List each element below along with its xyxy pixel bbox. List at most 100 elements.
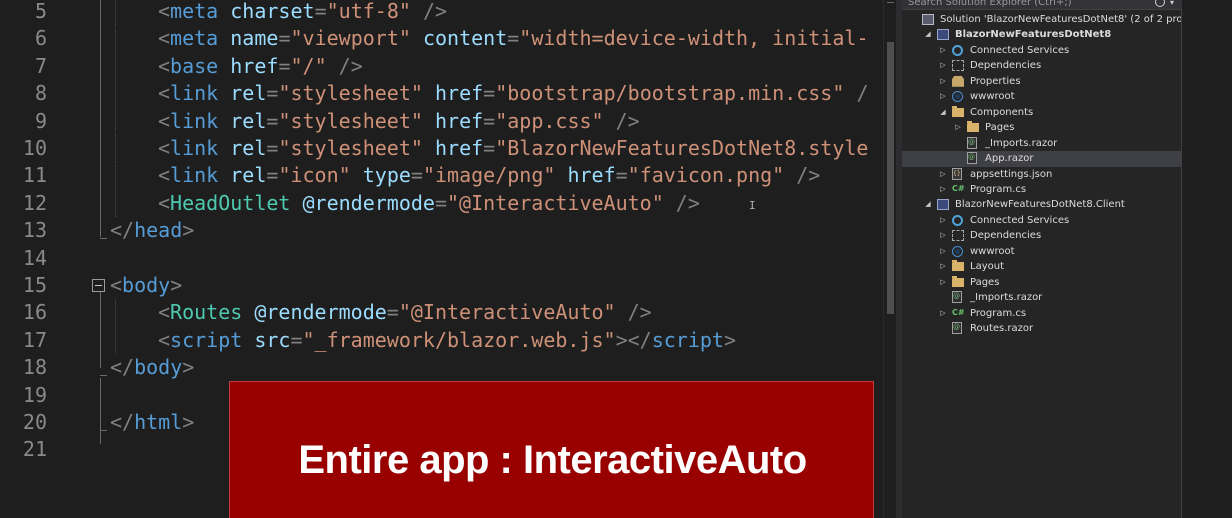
- solution-explorer-search[interactable]: Search Solution Explorer (Ctrl+;) ▾: [902, 0, 1182, 10]
- code-line[interactable]: 7 <base href="/" />: [0, 52, 883, 80]
- tree-item[interactable]: ▷ Pages: [902, 120, 1181, 136]
- tree-item[interactable]: Routes.razor: [902, 320, 1181, 337]
- code-token: "image/png": [422, 163, 556, 188]
- tree-item[interactable]: _Imports.razor: [902, 135, 1181, 152]
- code-text[interactable]: <Routes @rendermode="@InteractiveAuto" /…: [158, 299, 652, 326]
- code-token: meta: [170, 0, 219, 23]
- chevron-right-icon[interactable]: ▷: [938, 43, 948, 59]
- chevron-right-icon[interactable]: ▷: [938, 275, 948, 291]
- tree-item[interactable]: ◢ BlazorNewFeaturesDotNet8: [902, 27, 1181, 43]
- tree-item[interactable]: _Imports.razor: [902, 289, 1181, 306]
- code-token: body: [122, 273, 171, 297]
- tree-item[interactable]: ▷ wwwroot: [902, 244, 1181, 260]
- code-line[interactable]: 9 <link rel="stylesheet" href="app.css" /…: [0, 107, 883, 135]
- code-text[interactable]: </html>: [110, 409, 194, 436]
- code-text[interactable]: <body>: [110, 272, 182, 299]
- chevron-right-icon[interactable]: ▷: [938, 228, 948, 244]
- tree-item[interactable]: ▷ C# Program.cs: [902, 182, 1181, 198]
- code-token: />: [410, 0, 448, 23]
- tree-item[interactable]: ▷ Connected Services: [902, 43, 1181, 59]
- chevron-down-icon[interactable]: ◢: [938, 105, 948, 121]
- line-number: 21: [22, 437, 47, 462]
- search-options-dropdown-icon[interactable]: ▾: [1170, 0, 1174, 7]
- code-text[interactable]: <meta charset="utf-8" />: [158, 0, 447, 25]
- scrollbar-thumb[interactable]: [887, 42, 894, 314]
- code-token: meta: [170, 26, 219, 51]
- code-line[interactable]: 13 </head>: [0, 217, 883, 244]
- tree-item-label: Connected Services: [970, 44, 1070, 56]
- chevron-right-icon[interactable]: ▷: [938, 167, 948, 183]
- tree-item[interactable]: Solution 'BlazorNewFeaturesDotNet8' (2 o…: [902, 12, 1210, 28]
- code-token: =: [410, 163, 423, 188]
- tree-item[interactable]: ▷ wwwroot: [902, 89, 1181, 105]
- editor-vertical-scrollbar[interactable]: [883, 0, 896, 518]
- code-text[interactable]: <link rel="stylesheet" href="BlazorNewFe…: [158, 135, 868, 162]
- code-text[interactable]: </body>: [110, 354, 194, 381]
- chevron-right-icon[interactable]: ▷: [938, 306, 948, 322]
- code-token: "viewport": [290, 26, 411, 51]
- chevron-right-icon[interactable]: ▷: [938, 182, 948, 198]
- chevron-right-icon[interactable]: ▷: [938, 244, 948, 260]
- line-number: 18: [22, 355, 47, 380]
- code-line[interactable]: 5 <meta charset="utf-8" />: [0, 0, 883, 25]
- code-token: =: [483, 108, 496, 133]
- collapse-toggle-icon[interactable]: [92, 279, 105, 292]
- code-line[interactable]: 6 <meta name="viewport" content="width=de…: [0, 25, 883, 53]
- tree-item[interactable]: ▷ Dependencies: [902, 228, 1181, 244]
- search-icon[interactable]: [1155, 0, 1165, 7]
- code-token: src: [254, 327, 291, 352]
- indent-guide: [115, 299, 116, 327]
- code-line[interactable]: 18 </body>: [0, 354, 883, 381]
- tree-item[interactable]: App.razor: [902, 150, 1181, 167]
- chevron-right-icon[interactable]: ▷: [953, 120, 963, 136]
- code-token: />: [615, 300, 652, 325]
- folder-icon: [952, 260, 964, 272]
- code-line[interactable]: 16 <Routes @rendermode="@InteractiveAuto"…: [0, 299, 883, 327]
- code-text[interactable]: <link rel="stylesheet" href="bootstrap/b…: [158, 80, 869, 107]
- code-token: =: [386, 300, 399, 325]
- code-text[interactable]: <base href="/" />: [158, 53, 363, 80]
- code-token: =: [266, 81, 279, 106]
- chevron-right-icon[interactable]: ▷: [938, 89, 948, 105]
- code-text[interactable]: <HeadOutlet @rendermode="@InteractiveAut…: [158, 190, 700, 217]
- chevron-down-icon[interactable]: ◢: [923, 197, 933, 213]
- chevron-right-icon[interactable]: ▷: [938, 259, 948, 275]
- code-token: =: [434, 190, 448, 215]
- indent-guide: [115, 326, 116, 354]
- chevron-right-icon[interactable]: ▷: [938, 213, 948, 229]
- chevron-right-icon[interactable]: ▷: [938, 58, 948, 74]
- code-line[interactable]: 8 <link rel="stylesheet" href="bootstrap/…: [0, 80, 883, 108]
- tree-item[interactable]: ▷ Dependencies: [902, 58, 1181, 74]
- dependencies-icon: [952, 230, 964, 242]
- tree-item[interactable]: ▷ Properties: [902, 74, 1181, 90]
- code-text[interactable]: <link rel="icon" type="image/png" href="…: [158, 162, 820, 189]
- chevron-right-icon[interactable]: ▷: [938, 74, 948, 90]
- tree-item-label: Pages: [985, 122, 1015, 134]
- code-token: =: [483, 81, 496, 106]
- code-token: charset: [230, 0, 315, 23]
- code-text[interactable]: </head>: [110, 217, 194, 244]
- code-line[interactable]: 10 <link rel="stylesheet" href="BlazorNew…: [0, 135, 883, 162]
- tree-item[interactable]: ▷ C# Program.cs: [902, 306, 1181, 322]
- code-token: href: [434, 108, 484, 133]
- code-token: content: [422, 26, 508, 51]
- tree-item[interactable]: ▷ appsettings.json: [902, 166, 1181, 183]
- tree-item[interactable]: ◢ BlazorNewFeaturesDotNet8.Client: [902, 197, 1181, 213]
- code-line[interactable]: 15 <body>: [0, 272, 883, 299]
- tree-item[interactable]: ▷ Pages: [902, 275, 1181, 291]
- tree-item[interactable]: ◢ Components: [902, 105, 1181, 121]
- code-text[interactable]: <script src="_framework/blazor.web.js"><…: [158, 327, 736, 354]
- tree-item[interactable]: ▷ Layout: [902, 259, 1181, 275]
- code-text[interactable]: <link rel="stylesheet" href="app.css" />: [158, 108, 640, 135]
- code-line[interactable]: 11 <link rel="icon" type="image/png" href…: [0, 162, 883, 190]
- code-token: base: [170, 53, 219, 78]
- panel-margin: [1182, 0, 1232, 518]
- code-line[interactable]: 17 <script src="_framework/blazor.web.js"…: [0, 326, 883, 354]
- code-line[interactable]: 14: [0, 245, 883, 272]
- chevron-down-icon[interactable]: ◢: [923, 27, 933, 43]
- scroll-up-arrow-icon[interactable]: [887, 2, 894, 3]
- code-text[interactable]: <meta name="viewport" content="width=dev…: [158, 25, 869, 52]
- tree-item[interactable]: ▷ Connected Services: [902, 213, 1181, 229]
- line-number: 6: [34, 26, 47, 51]
